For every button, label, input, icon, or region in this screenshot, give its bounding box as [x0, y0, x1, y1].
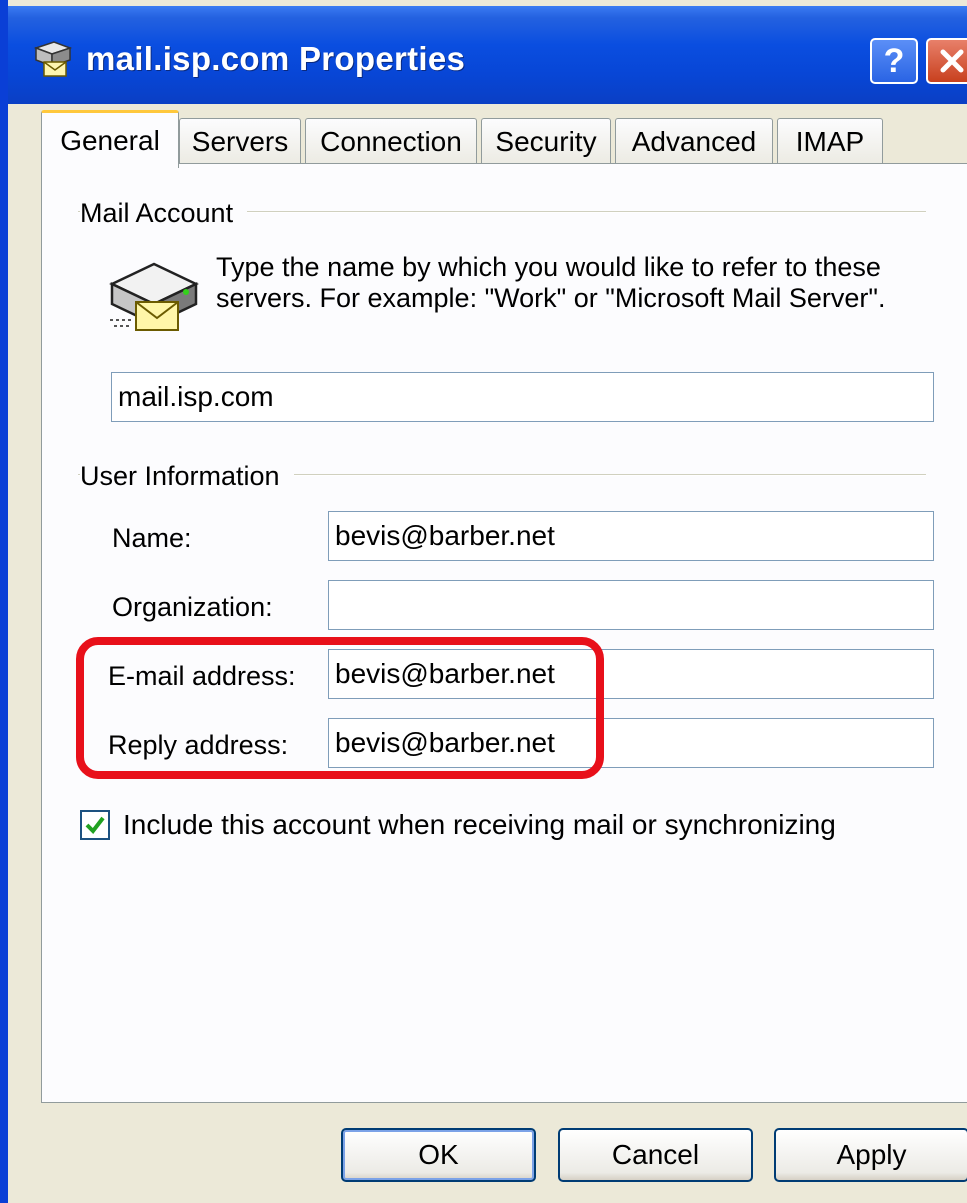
close-button[interactable]	[926, 38, 967, 84]
tab-label: Security	[495, 125, 597, 157]
apply-button[interactable]: Apply	[774, 1128, 967, 1182]
help-icon: ?	[883, 42, 905, 80]
tab-connection[interactable]: Connection	[305, 118, 477, 164]
checkmark-icon	[85, 816, 105, 835]
user-information-group-label: User Information	[80, 461, 294, 492]
tab-security[interactable]: Security	[481, 118, 611, 164]
properties-dialog: mail.isp.com Properties ? General Server…	[0, 0, 967, 1203]
include-account-checkbox[interactable]	[80, 810, 110, 840]
include-account-label[interactable]: Include this account when receiving mail…	[123, 809, 836, 841]
ok-button[interactable]: OK	[341, 1128, 536, 1182]
tab-advanced[interactable]: Advanced	[615, 118, 773, 164]
title-bar[interactable]: mail.isp.com Properties ?	[8, 6, 967, 104]
ok-button-label: OK	[418, 1139, 459, 1170]
close-icon	[940, 49, 964, 73]
name-value: bevis@barber.net	[335, 520, 555, 551]
name-label: Name:	[112, 523, 192, 553]
cancel-button-label: Cancel	[611, 1139, 700, 1170]
cancel-button[interactable]: Cancel	[558, 1128, 753, 1182]
highlight-annotation	[76, 637, 604, 779]
tab-general[interactable]: General	[41, 110, 179, 168]
tab-imap[interactable]: IMAP	[777, 118, 883, 164]
tab-label: General	[60, 124, 160, 156]
mail-server-icon	[109, 262, 199, 331]
apply-button-label: Apply	[836, 1139, 907, 1170]
tab-label: Servers	[191, 125, 289, 157]
tab-label: Advanced	[631, 125, 757, 157]
organization-label: Organization:	[112, 592, 273, 622]
tab-label: Connection	[320, 125, 462, 157]
tab-label: IMAP	[795, 125, 865, 157]
tab-servers[interactable]: Servers	[179, 118, 301, 164]
mail-account-group-label: Mail Account	[80, 198, 248, 229]
help-button[interactable]: ?	[870, 38, 918, 84]
account-name-input[interactable]: mail.isp.com	[111, 372, 934, 422]
mail-account-description: Type the name by which you would like to…	[216, 252, 886, 313]
organization-input[interactable]	[328, 580, 934, 630]
name-input[interactable]: bevis@barber.net	[328, 511, 934, 561]
account-name-value: mail.isp.com	[118, 381, 274, 412]
mail-server-icon	[33, 41, 73, 77]
window-title: mail.isp.com Properties	[86, 40, 466, 77]
